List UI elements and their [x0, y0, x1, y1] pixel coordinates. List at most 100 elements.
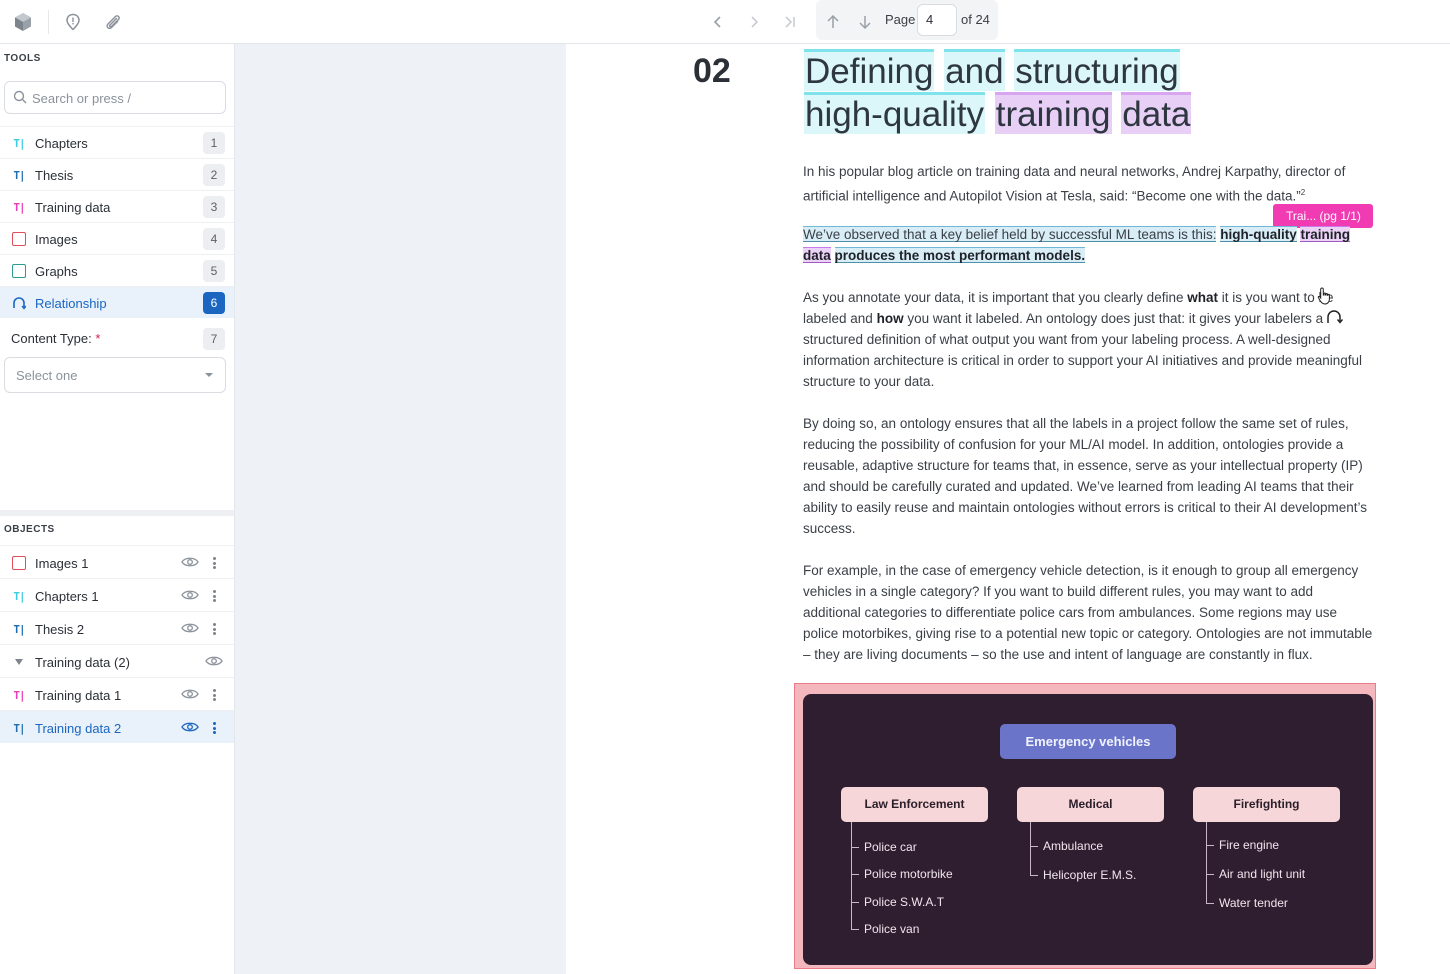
- next-page-button[interactable]: [851, 8, 879, 36]
- diagram-category-node: Firefighting: [1193, 787, 1340, 822]
- page-number-input[interactable]: 4: [917, 4, 957, 36]
- issue-pin-icon[interactable]: [60, 9, 86, 35]
- text-tool-icon: T|: [13, 136, 25, 150]
- bounding-box-icon: [11, 555, 27, 571]
- tool-graphs[interactable]: Graphs 5: [0, 254, 234, 286]
- shortcut-badge: 5: [203, 260, 225, 282]
- relationship-cursor-icon: [1327, 310, 1344, 324]
- diagram-leaf: Police van: [864, 922, 920, 936]
- last-item-button[interactable]: [776, 8, 804, 36]
- visibility-eye-icon[interactable]: [181, 688, 199, 700]
- diagram-leaf: Police S.W.A.T: [864, 895, 945, 909]
- annotated-span[interactable]: data: [803, 247, 831, 263]
- page-label: Page: [885, 12, 916, 27]
- tool-label: Thesis: [35, 168, 74, 183]
- diagram-category-node: Medical: [1017, 787, 1164, 822]
- text-tool-icon: T|: [13, 168, 25, 182]
- more-options-icon[interactable]: [208, 621, 220, 637]
- more-options-icon[interactable]: [208, 588, 220, 604]
- paragraph-5[interactable]: For example, in the case of emergency ve…: [803, 560, 1373, 665]
- tree-connector: [1030, 822, 1031, 875]
- tool-label: Training data: [35, 200, 111, 215]
- tree-connector: [851, 874, 859, 875]
- object-item-selected[interactable]: T| Training data 2: [0, 710, 234, 743]
- paragraph-3[interactable]: As you annotate your data, it is importa…: [803, 287, 1373, 392]
- tree-connector: [1206, 903, 1214, 904]
- diagram-root-node: Emergency vehicles: [1000, 724, 1176, 759]
- previous-item-button[interactable]: [704, 8, 732, 36]
- document-title-line-2[interactable]: high-quality training data: [804, 92, 1234, 135]
- shortcut-badge: 7: [203, 328, 225, 350]
- tool-label: Chapters: [35, 136, 88, 151]
- objects-section-title: OBJECTS: [4, 524, 55, 535]
- attachment-icon[interactable]: [100, 9, 126, 35]
- tool-chapters[interactable]: T| Chapters 1: [0, 126, 234, 158]
- caret-down-icon[interactable]: [11, 654, 27, 670]
- more-options-icon[interactable]: [208, 555, 220, 571]
- hand-cursor-icon: [1317, 287, 1330, 305]
- annotated-span[interactable]: We’ve observed that a key belief held by…: [803, 226, 1217, 242]
- diagram-leaf: Air and light unit: [1219, 867, 1306, 881]
- paragraph-4[interactable]: By doing so, an ontology ensures that al…: [803, 413, 1373, 539]
- object-item[interactable]: Images 1: [0, 545, 234, 578]
- paragraph-text: In his popular blog article on training …: [803, 164, 1346, 204]
- visibility-eye-icon[interactable]: [181, 556, 199, 568]
- top-toolbar: Page 4 of 24: [0, 0, 1450, 44]
- app-logo-icon[interactable]: [10, 9, 36, 35]
- title-word[interactable]: high-quality: [804, 92, 985, 134]
- object-label: Training data 2: [35, 721, 122, 736]
- object-group[interactable]: Training data (2): [0, 644, 234, 677]
- diagram-leaf: Ambulance: [1043, 839, 1104, 853]
- diagram-leaf: Helicopter E.M.S.: [1043, 868, 1137, 882]
- paragraph-text: As you annotate your data, it is importa…: [803, 290, 1188, 305]
- next-item-button[interactable]: [740, 8, 768, 36]
- previous-page-button[interactable]: [819, 8, 847, 36]
- object-item[interactable]: T| Chapters 1: [0, 578, 234, 611]
- title-word[interactable]: Defining: [804, 49, 935, 91]
- text-tool-icon: T|: [13, 721, 25, 735]
- diagram-leaf: Fire engine: [1219, 838, 1280, 852]
- page-total: of 24: [961, 12, 990, 27]
- annotated-span[interactable]: training: [1300, 226, 1350, 242]
- object-item[interactable]: T| Training data 1: [0, 677, 234, 710]
- more-options-icon[interactable]: [208, 687, 220, 703]
- tool-images[interactable]: Images 4: [0, 222, 234, 254]
- bold-text: how: [876, 311, 904, 326]
- tree-connector: [851, 822, 852, 930]
- visibility-eye-icon[interactable]: [181, 622, 199, 634]
- visibility-eye-icon[interactable]: [181, 721, 199, 733]
- bounding-box-icon: [11, 231, 27, 247]
- tool-relationship[interactable]: Relationship 6: [0, 286, 234, 318]
- content-type-label: Content Type: *: [11, 331, 100, 346]
- required-marker: *: [95, 331, 101, 346]
- annotated-span[interactable]: high-quality: [1220, 226, 1297, 242]
- tool-thesis[interactable]: T| Thesis 2: [0, 158, 234, 190]
- toolbar-divider: [48, 10, 49, 34]
- tool-label: Graphs: [35, 264, 78, 279]
- content-type-text: Content Type:: [11, 331, 92, 346]
- tree-connector: [1030, 875, 1038, 876]
- tree-connector: [1030, 846, 1038, 847]
- content-type-select[interactable]: Select one: [4, 357, 226, 393]
- document-title-line-1[interactable]: Defining and structuring: [804, 49, 1234, 92]
- shortcut-badge: 6: [203, 292, 225, 314]
- paragraph-2-annotated[interactable]: We’ve observed that a key belief held by…: [803, 224, 1373, 266]
- title-word[interactable]: training: [994, 92, 1112, 134]
- title-word[interactable]: structuring: [1014, 49, 1180, 91]
- title-word[interactable]: and: [944, 49, 1005, 91]
- visibility-eye-icon[interactable]: [181, 589, 199, 601]
- visibility-eye-icon[interactable]: [205, 655, 223, 667]
- footnote-ref: 2: [1300, 188, 1306, 197]
- object-item[interactable]: T| Thesis 2: [0, 611, 234, 644]
- paragraph-1[interactable]: In his popular blog article on training …: [803, 161, 1373, 207]
- bold-text: what: [1187, 290, 1218, 305]
- object-label: Thesis 2: [35, 622, 85, 637]
- annotated-span[interactable]: produces the most performant models.: [834, 247, 1086, 263]
- annotation-sidebar: TOOLS Search or press / T| Chapters 1 T|…: [0, 44, 235, 974]
- tree-connector: [1206, 822, 1207, 903]
- tool-search-input[interactable]: Search or press /: [4, 81, 226, 114]
- more-options-icon[interactable]: [208, 720, 220, 736]
- tool-training-data[interactable]: T| Training data 3: [0, 190, 234, 222]
- title-word[interactable]: data: [1121, 92, 1192, 134]
- tools-section-title: TOOLS: [4, 53, 41, 64]
